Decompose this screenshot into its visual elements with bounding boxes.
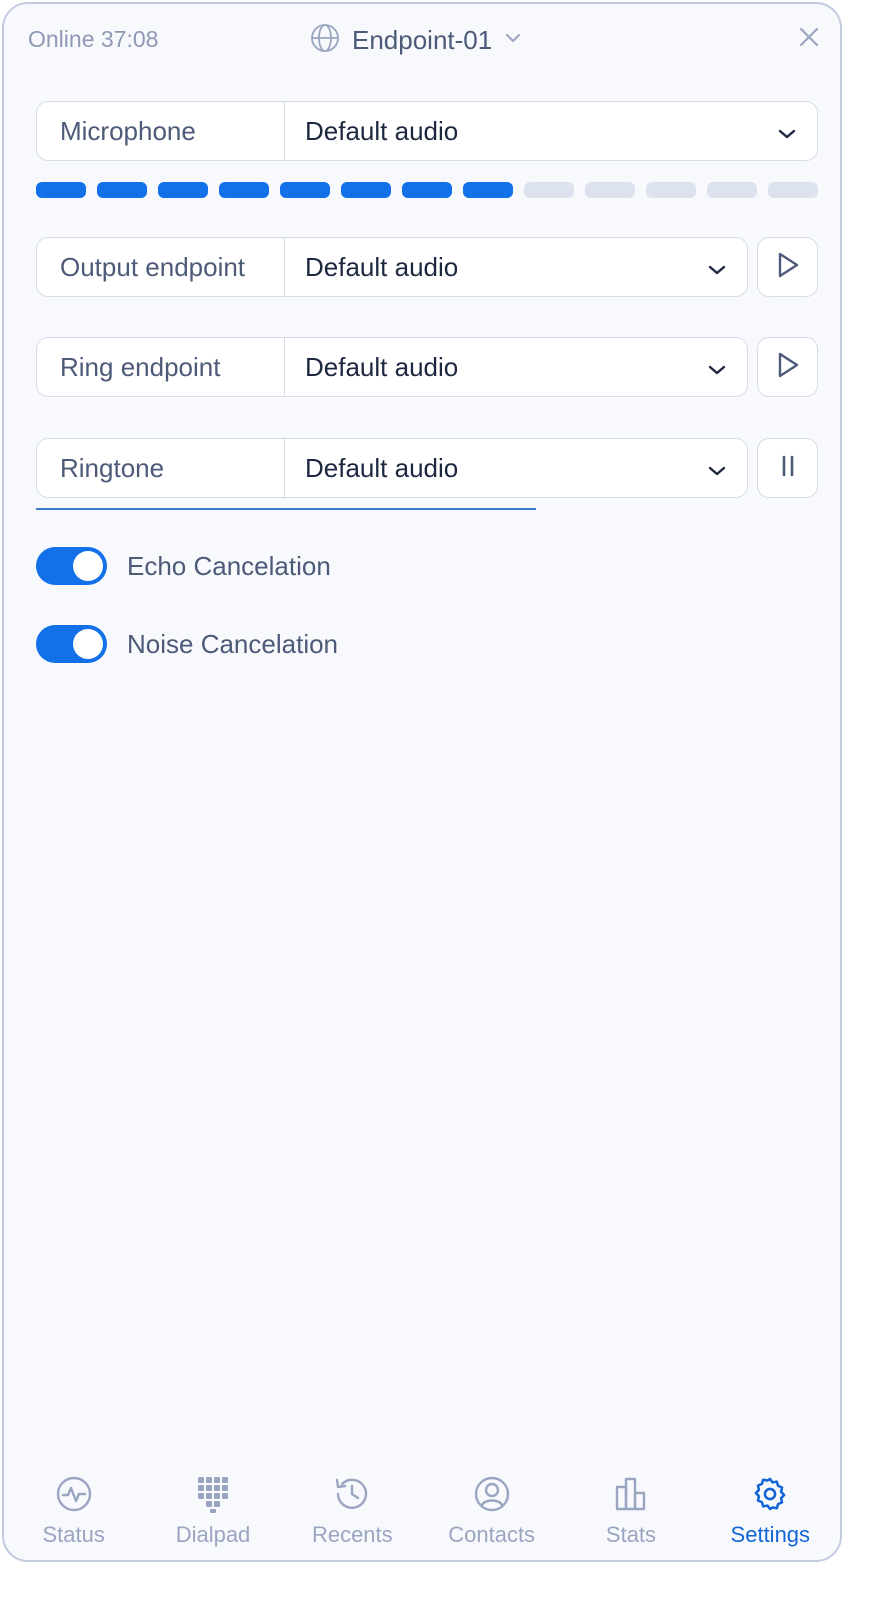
- bottom-tab-bar: Status Dialpad Recents Contacts Stats Se…: [4, 1474, 840, 1554]
- ringtone-select[interactable]: Default audio: [285, 439, 747, 497]
- ring-endpoint-label: Ring endpoint: [37, 338, 285, 396]
- noise-cancelation-toggle[interactable]: [36, 625, 107, 663]
- microphone-value: Default audio: [305, 115, 459, 146]
- tab-recents[interactable]: Recents: [283, 1474, 422, 1554]
- ringtone-field: Ringtone Default audio: [36, 438, 748, 498]
- ring-test-button[interactable]: [757, 337, 818, 397]
- endpoint-name: Endpoint-01: [352, 24, 493, 55]
- chevron-down-icon: [777, 116, 797, 147]
- mic-level-segment: [646, 182, 696, 198]
- tab-status-label: Status: [42, 1522, 105, 1547]
- tab-dialpad[interactable]: Dialpad: [143, 1474, 282, 1554]
- mic-level-segment: [585, 182, 635, 198]
- echo-cancelation-toggle[interactable]: [36, 547, 107, 585]
- output-endpoint-value: Default audio: [305, 251, 459, 282]
- tab-stats[interactable]: Stats: [561, 1474, 700, 1554]
- output-endpoint-row: Output endpoint Default audio: [36, 237, 818, 297]
- bar-chart-icon: [612, 1474, 650, 1514]
- output-endpoint-field: Output endpoint Default audio: [36, 237, 748, 297]
- tab-dialpad-label: Dialpad: [175, 1522, 251, 1547]
- mic-level-segment: [97, 182, 147, 198]
- close-icon[interactable]: [796, 24, 822, 50]
- output-endpoint-label: Output endpoint: [37, 238, 285, 296]
- pause-icon: [778, 454, 798, 483]
- echo-cancelation-row: Echo Cancelation: [36, 547, 331, 585]
- output-test-button[interactable]: [757, 237, 818, 297]
- ring-endpoint-value: Default audio: [305, 351, 459, 382]
- mic-level-segment: [280, 182, 330, 198]
- history-icon: [333, 1474, 371, 1514]
- mic-level-segment: [341, 182, 391, 198]
- tab-status[interactable]: Status: [4, 1474, 143, 1554]
- output-endpoint-select[interactable]: Default audio: [285, 238, 747, 296]
- tab-settings-label: Settings: [730, 1522, 811, 1547]
- chevron-down-icon: [707, 352, 727, 383]
- play-icon: [776, 351, 800, 384]
- ringtone-pause-button[interactable]: [757, 438, 818, 498]
- endpoint-selector[interactable]: Endpoint-01: [310, 22, 522, 58]
- mic-level-segment: [768, 182, 818, 198]
- mic-level-segment: [524, 182, 574, 198]
- mic-level-segment: [707, 182, 757, 198]
- dialpad-icon: [196, 1474, 230, 1514]
- ring-endpoint-row: Ring endpoint Default audio: [36, 337, 818, 397]
- noise-cancelation-row: Noise Cancelation: [36, 625, 338, 663]
- microphone-label: Microphone: [37, 102, 285, 160]
- contact-icon: [473, 1474, 511, 1514]
- mic-level-segment: [463, 182, 513, 198]
- chevron-down-icon: [504, 31, 522, 49]
- mic-level-segment: [402, 182, 452, 198]
- gear-icon: [751, 1474, 789, 1514]
- ringtone-value: Default audio: [305, 452, 459, 483]
- microphone-select[interactable]: Default audio: [285, 102, 817, 160]
- echo-cancelation-label: Echo Cancelation: [127, 550, 331, 581]
- tab-contacts[interactable]: Contacts: [422, 1474, 561, 1554]
- settings-panel: Online 37:08 Endpoint-01 Microphone Defa…: [2, 2, 842, 1562]
- mic-level-meter: [36, 182, 818, 198]
- noise-cancelation-label: Noise Cancelation: [127, 628, 339, 659]
- mic-level-segment: [219, 182, 269, 198]
- microphone-row: Microphone Default audio: [36, 101, 818, 161]
- activity-icon: [55, 1474, 93, 1514]
- tab-recents-label: Recents: [311, 1522, 393, 1547]
- chevron-down-icon: [707, 453, 727, 484]
- tab-contacts-label: Contacts: [448, 1522, 536, 1547]
- ringtone-label: Ringtone: [37, 439, 285, 497]
- ring-endpoint-field: Ring endpoint Default audio: [36, 337, 748, 397]
- ringtone-progress-bar: [36, 508, 537, 510]
- play-icon: [776, 251, 800, 284]
- globe-icon: [310, 23, 340, 58]
- header-bar: Online 37:08 Endpoint-01: [4, 4, 840, 74]
- ringtone-row: Ringtone Default audio: [36, 438, 818, 498]
- mic-level-segment: [36, 182, 86, 198]
- connection-status: Online 37:08: [28, 26, 159, 52]
- ring-endpoint-select[interactable]: Default audio: [285, 338, 747, 396]
- tab-stats-label: Stats: [605, 1522, 657, 1547]
- microphone-field: Microphone Default audio: [36, 101, 818, 161]
- chevron-down-icon: [707, 252, 727, 283]
- mic-level-segment: [158, 182, 208, 198]
- tab-settings[interactable]: Settings: [701, 1474, 840, 1554]
